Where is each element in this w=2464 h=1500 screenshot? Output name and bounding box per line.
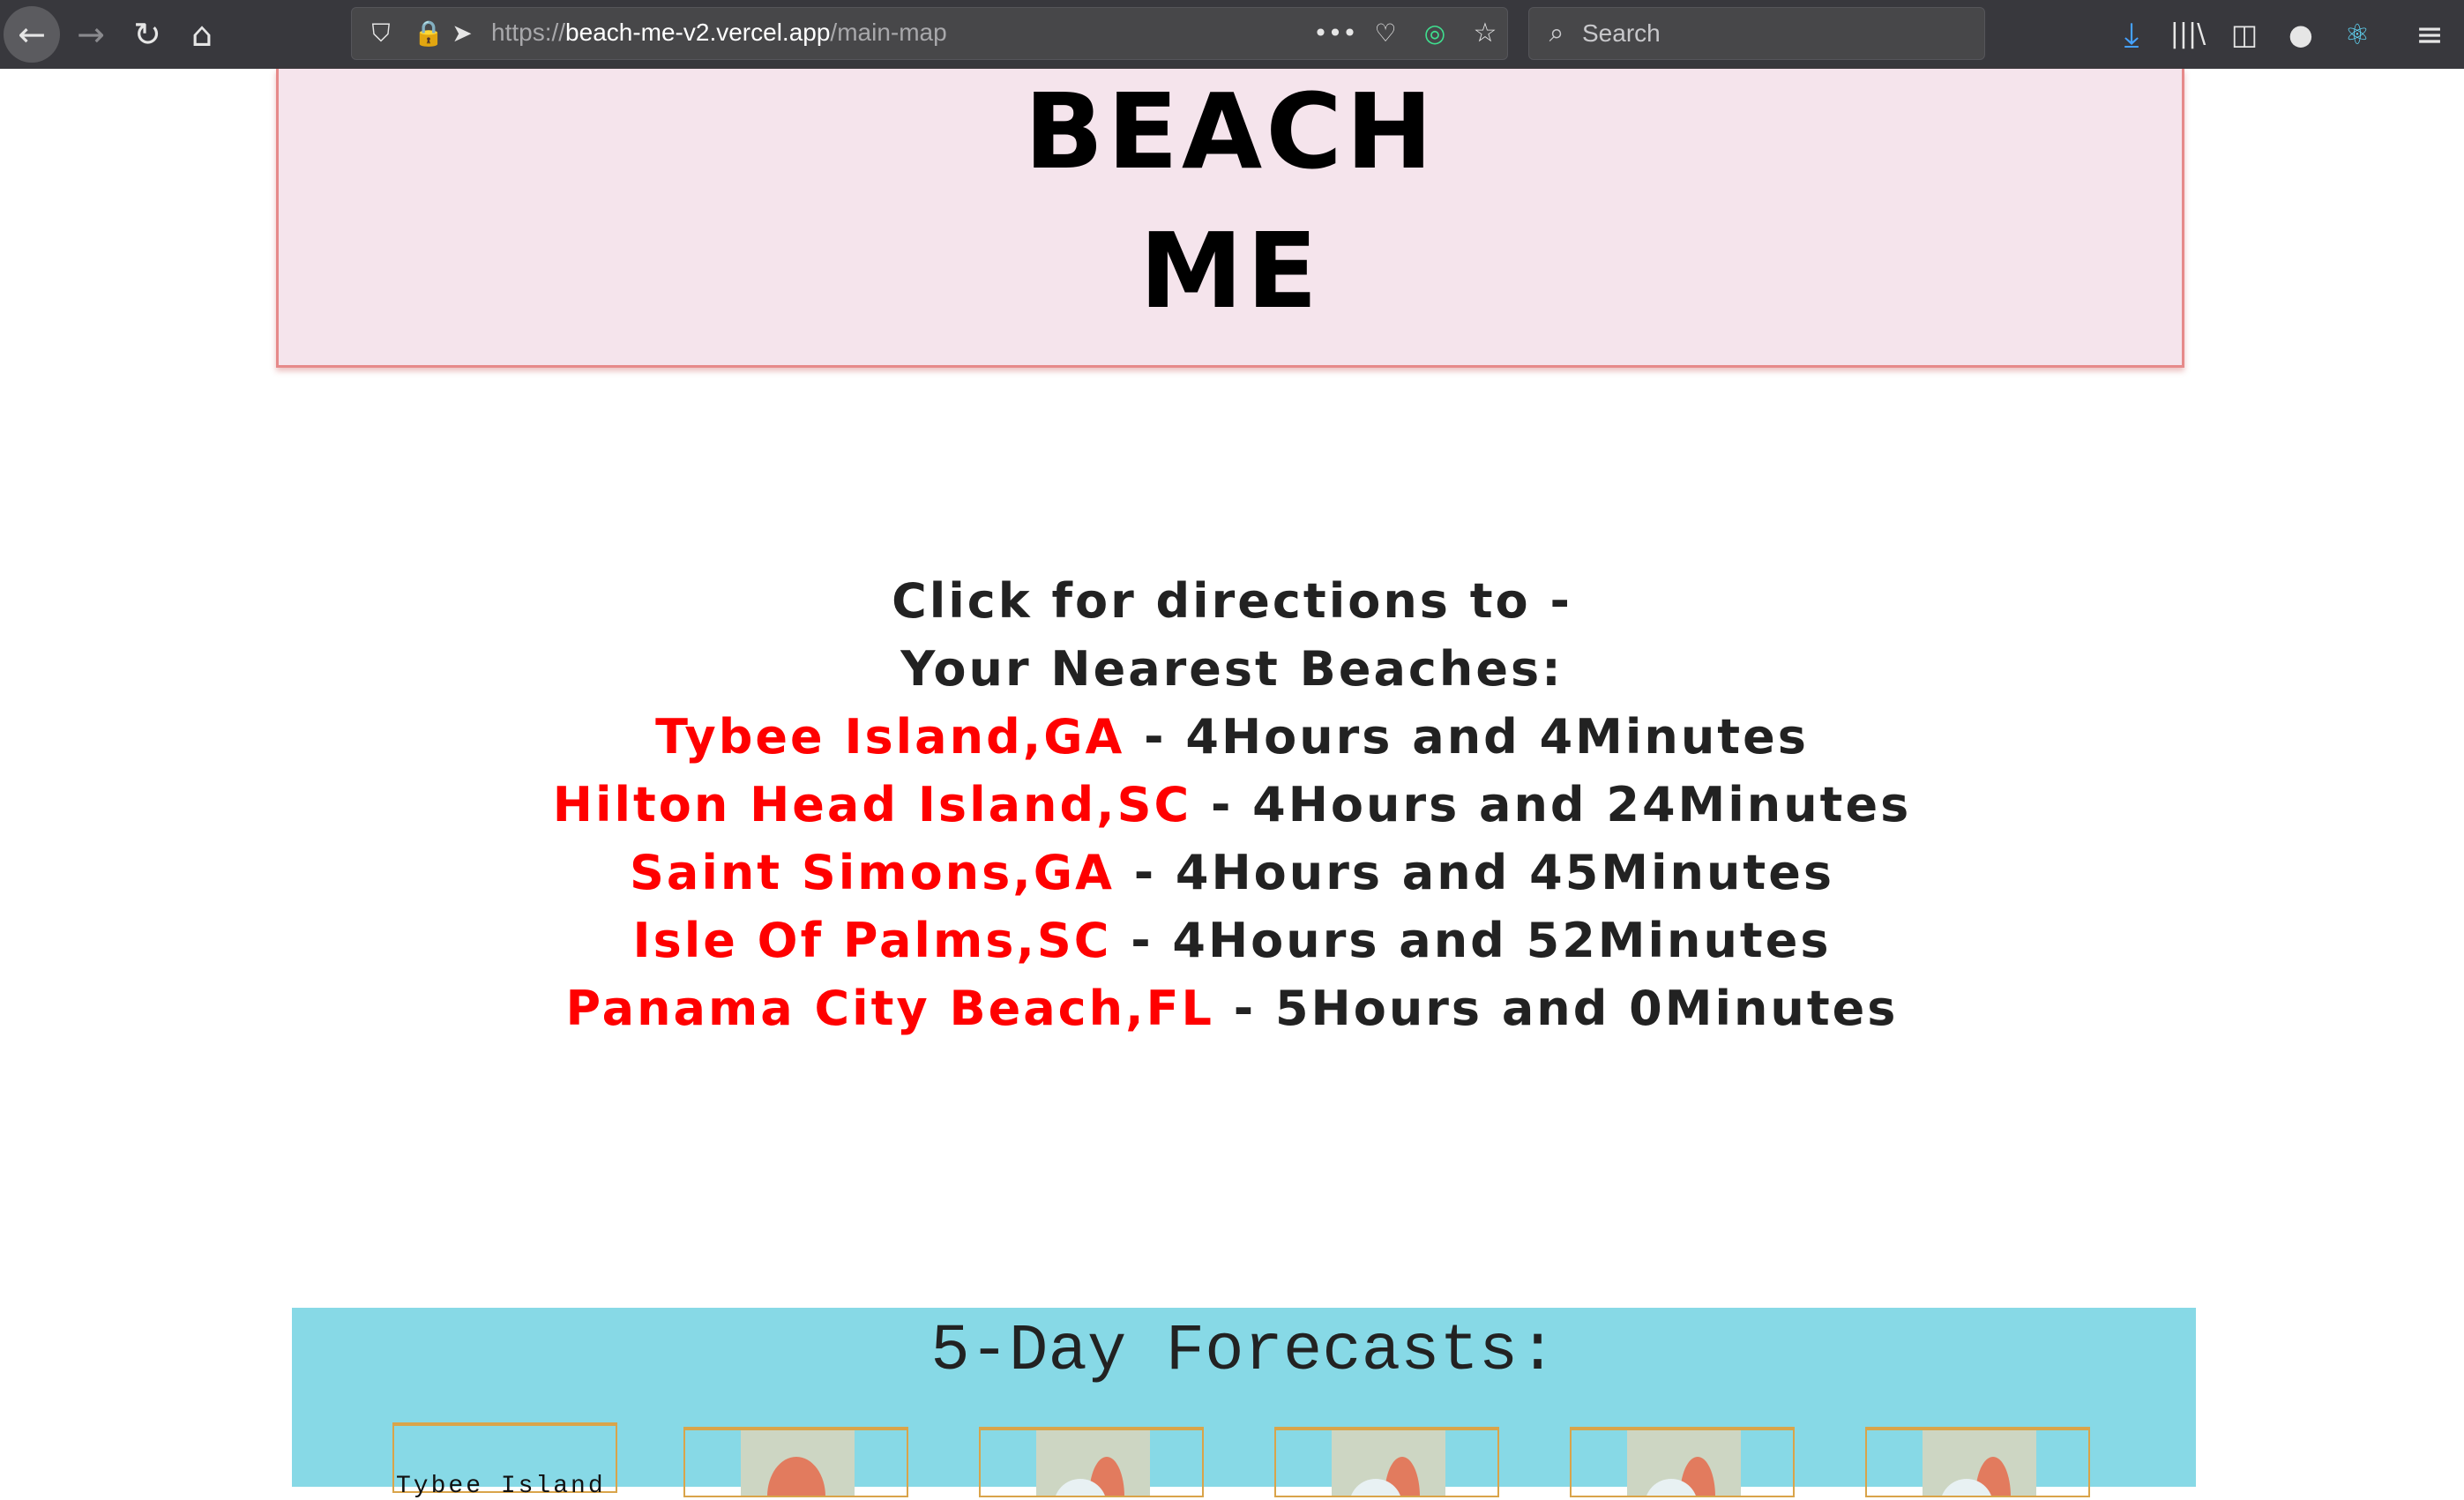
partly-cloudy-icon: [1036, 1430, 1150, 1496]
logo-beach: BEACH: [1024, 71, 1437, 192]
browser-toolbar: ← → ↻ ⌂ ⛉ 🔒 ➤ https://beach-me-v2.vercel…: [0, 0, 2464, 69]
url-bar[interactable]: ⛉ 🔒 ➤ https://beach-me-v2.vercel.app/mai…: [351, 7, 1508, 60]
site-header: BEACH ME: [276, 69, 2184, 368]
beach-item: Isle Of Palms,SC - 4Hours and 52Minutes: [0, 913, 2464, 981]
forecast-day-card: [979, 1427, 1204, 1497]
menu-icon[interactable]: ≡: [2408, 12, 2452, 56]
directions-heading: Click for directions to -: [892, 573, 1572, 629]
more-icon[interactable]: •••: [1313, 11, 1357, 56]
download-icon[interactable]: ⤓: [2109, 12, 2154, 56]
forecast-day-card: [1274, 1427, 1499, 1497]
travel-time: - 4Hours and 4Minutes: [1124, 709, 1809, 765]
travel-time: - 4Hours and 45Minutes: [1114, 845, 1834, 900]
forecast-section: 5-Day Forecasts: Tybee Island: [292, 1308, 2196, 1500]
logo-me: ME: [1139, 210, 1322, 332]
forecast-title: 5-Day Forecasts:: [930, 1315, 1557, 1389]
directions-subheading: Your Nearest Beaches:: [900, 641, 1564, 697]
location-arrow-icon: ➤: [452, 19, 473, 48]
shield-icon: ⛉: [371, 19, 391, 48]
travel-time: - 4Hours and 24Minutes: [1191, 777, 1912, 832]
sunny-icon: [741, 1430, 855, 1496]
beach-item: Panama City Beach,FL - 5Hours and 0Minut…: [0, 981, 2464, 1049]
beach-link[interactable]: Panama City Beach,FL: [566, 981, 1214, 1036]
account-icon[interactable]: ●: [2279, 12, 2323, 56]
forecast-location-card: Tybee Island: [392, 1422, 617, 1500]
forecast-day-card: [1570, 1427, 1795, 1497]
pocket-icon[interactable]: ♡: [1363, 11, 1407, 56]
beach-item: Tybee Island,GA - 4Hours and 4Minutes: [0, 709, 2464, 777]
back-button[interactable]: ←: [4, 6, 60, 63]
library-icon[interactable]: |||\: [2166, 12, 2210, 56]
beach-link[interactable]: Saint Simons,GA: [630, 845, 1115, 900]
search-placeholder: Search: [1582, 19, 1661, 47]
beach-item: Saint Simons,GA - 4Hours and 45Minutes: [0, 845, 2464, 913]
react-devtools-icon[interactable]: ⚛: [2335, 12, 2379, 56]
partly-cloudy-icon: [1332, 1430, 1445, 1496]
reload-button[interactable]: ↻: [125, 12, 169, 56]
partly-cloudy-icon: [1627, 1430, 1741, 1496]
directions-list: Click for directions to - Your Nearest B…: [0, 573, 2464, 1049]
bookmark-star-icon[interactable]: ☆: [1463, 11, 1507, 56]
beach-link[interactable]: Tybee Island,GA: [655, 709, 1124, 765]
forecast-day-card: [1865, 1427, 2090, 1497]
forecast-day-card: [683, 1427, 908, 1497]
travel-time: - 4Hours and 52Minutes: [1111, 913, 1832, 968]
travel-time: - 5Hours and 0Minutes: [1213, 981, 1899, 1036]
partly-cloudy-icon: [1923, 1430, 2036, 1496]
search-icon: ⌕: [1549, 19, 1564, 48]
beach-link[interactable]: Hilton Head Island,SC: [553, 777, 1191, 832]
beach-link[interactable]: Isle Of Palms,SC: [633, 913, 1112, 968]
sidebar-icon[interactable]: ◫: [2222, 12, 2266, 56]
search-bar[interactable]: ⌕ Search: [1528, 7, 1985, 60]
extension-icon[interactable]: ◎: [1413, 11, 1457, 56]
home-button[interactable]: ⌂: [180, 12, 224, 56]
beach-item: Hilton Head Island,SC - 4Hours and 24Min…: [0, 777, 2464, 845]
forward-button[interactable]: →: [69, 12, 113, 56]
url-text: https://beach-me-v2.vercel.app/main-map: [491, 19, 947, 46]
